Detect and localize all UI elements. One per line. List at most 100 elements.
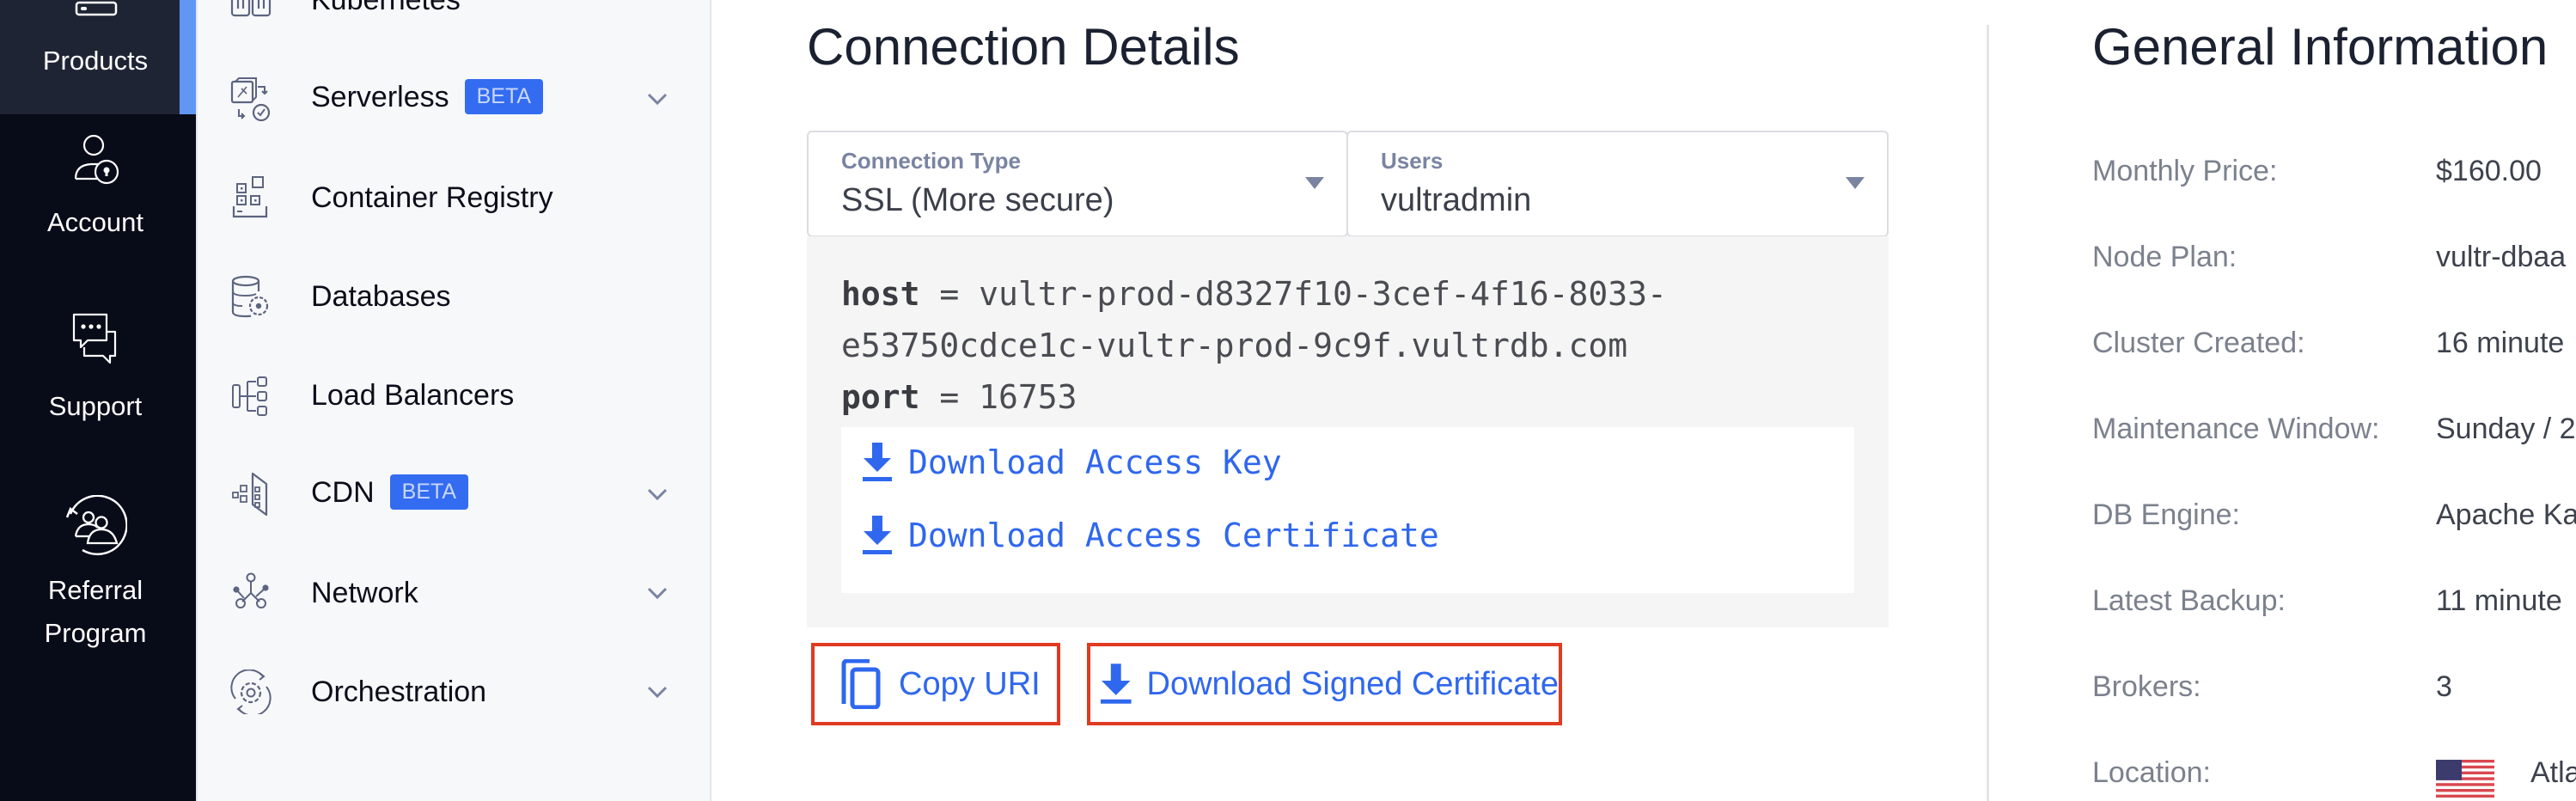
sidebar-item-network[interactable]: Network <box>198 546 710 640</box>
download-signed-certificate-label: Download Signed Certificate <box>1146 665 1560 702</box>
users-select[interactable]: Users vultradmin <box>1346 131 1889 237</box>
chevron-down-icon[interactable] <box>646 685 668 699</box>
sidebar-item-orchestration[interactable]: Orchestration <box>198 645 710 739</box>
connection-type-select[interactable]: Connection Type SSL (More secure) <box>807 131 1348 237</box>
info-value: 11 minute <box>2436 584 2562 617</box>
products-sidebar: Kubernetes Serverless BETA <box>196 0 711 801</box>
info-row-monthly-price: Monthly Price: $160.00 <box>2092 155 2576 206</box>
port-key: port <box>841 378 920 416</box>
rail-item-referral-program[interactable]: Referral Program <box>0 495 191 655</box>
download-access-certificate-link[interactable]: Download Access Certificate <box>860 516 1439 555</box>
info-label: DB Engine: <box>2092 498 2240 531</box>
info-row-latest-backup: Latest Backup: 11 minute <box>2092 584 2576 636</box>
sidebar-item-kubernetes[interactable]: Kubernetes <box>198 0 710 47</box>
sidebar-item-label: CDN BETA <box>311 474 469 512</box>
beta-badge: BETA <box>464 78 544 114</box>
info-label: Cluster Created: <box>2092 327 2305 359</box>
users-label: Users <box>1381 148 1444 174</box>
chevron-down-icon[interactable] <box>646 487 668 501</box>
sidebar-item-label: Container Registry <box>311 180 553 214</box>
rail-label: Support <box>48 391 143 421</box>
info-label: Maintenance Window: <box>2092 413 2380 445</box>
copy-icon <box>841 659 881 709</box>
info-row-location: Location: Atla <box>2092 756 2576 801</box>
info-label: Node Plan: <box>2092 241 2237 273</box>
download-access-key-label: Download Access Key <box>908 443 1282 481</box>
sidebar-item-label: Kubernetes <box>311 0 461 17</box>
host-value: = vultr-prod-d8327f10-3cef-4f16-8033- <box>919 275 1667 313</box>
rail-item-account[interactable]: Account <box>0 134 191 244</box>
info-label: Location: <box>2092 756 2211 789</box>
download-icon <box>863 516 892 554</box>
info-row-cluster-created: Cluster Created: 16 minute <box>2092 327 2576 378</box>
connection-type-value: SSL (More secure) <box>841 182 1114 218</box>
download-access-key-link[interactable]: Download Access Key <box>860 443 1282 482</box>
download-signed-certificate-button[interactable]: Download Signed Certificate <box>1087 643 1562 725</box>
sidebar-item-databases[interactable]: Databases <box>198 249 710 344</box>
rail-label: Referral <box>47 575 143 605</box>
connection-info-block: host = vultr-prod-d8327f10-3cef-4f16-803… <box>807 236 1889 627</box>
serverless-icon <box>230 77 271 121</box>
chevron-down-icon[interactable] <box>646 586 668 600</box>
rail-label: Program <box>44 618 147 648</box>
sidebar-item-label: Network <box>311 576 418 609</box>
sidebar-item-label: Serverless BETA <box>311 78 544 117</box>
sidebar-item-container-registry[interactable]: Container Registry <box>198 150 710 245</box>
info-label: Latest Backup: <box>2092 584 2286 617</box>
dropdown-arrow-icon <box>1846 177 1865 189</box>
rail-item-products[interactable]: Products <box>0 0 191 83</box>
info-value: vultr-dbaa <box>2436 241 2567 273</box>
info-row-db-engine: DB Engine: Apache Ka <box>2092 498 2576 550</box>
network-icon <box>233 572 269 608</box>
download-links-box: Download Access Key Download Access Cert… <box>841 427 1854 593</box>
container-registry-icon <box>232 176 268 218</box>
section-divider <box>1987 25 1989 801</box>
info-value: $160.00 <box>2436 155 2542 187</box>
load-balancer-icon <box>232 376 267 416</box>
copy-uri-button[interactable]: Copy URI <box>811 643 1060 725</box>
info-row-node-plan: Node Plan: vultr-dbaa <box>2092 241 2576 292</box>
user-lock-icon <box>74 134 119 185</box>
info-value: 16 minute <box>2436 327 2565 359</box>
rail-item-support[interactable]: Support <box>0 313 191 428</box>
cdn-icon <box>232 472 268 517</box>
download-access-certificate-label: Download Access Certificate <box>908 517 1439 554</box>
referral-icon <box>65 495 127 556</box>
us-flag-icon <box>2436 760 2494 798</box>
port-value: = 16753 <box>919 378 1077 416</box>
sidebar-item-label: Load Balancers <box>311 378 515 412</box>
host-key: host <box>841 275 920 313</box>
host-line: host = vultr-prod-d8327f10-3cef-4f16-803… <box>841 275 1667 313</box>
server-icon <box>75 1 118 16</box>
connection-details-title: Connection Details <box>807 18 1240 76</box>
sidebar-item-label: Databases <box>311 279 451 313</box>
app-root: Products Account Support Referral Progra… <box>0 0 2576 801</box>
sidebar-item-text: Serverless <box>311 81 449 114</box>
dropdown-arrow-icon <box>1305 177 1324 189</box>
info-label: Brokers: <box>2092 670 2201 703</box>
info-label: Monthly Price: <box>2092 155 2278 187</box>
orchestration-icon <box>230 670 272 714</box>
sidebar-item-serverless[interactable]: Serverless BETA <box>198 52 710 146</box>
info-row-brokers: Brokers: 3 <box>2092 670 2576 722</box>
port-line: port = 16753 <box>841 378 1077 416</box>
info-value: 3 <box>2436 670 2452 703</box>
rail-label: Products <box>42 46 149 76</box>
kubernetes-icon <box>230 0 272 17</box>
left-rail: Products Account Support Referral Progra… <box>0 0 196 801</box>
beta-badge: BETA <box>389 474 469 510</box>
download-icon <box>863 443 892 481</box>
host-line-continued: e53750cdce1c-vultr-prod-9c9f.vultrdb.com <box>841 327 1628 364</box>
info-value: Apache Ka <box>2436 498 2576 531</box>
sidebar-item-label: Orchestration <box>311 675 487 708</box>
download-icon <box>1100 663 1132 704</box>
info-value: Sunday / 2 <box>2436 413 2576 445</box>
chevron-down-icon[interactable] <box>646 92 668 106</box>
sidebar-item-cdn[interactable]: CDN BETA <box>198 447 710 541</box>
info-value: Atla <box>2530 756 2576 789</box>
database-icon <box>231 275 269 318</box>
chat-bubbles-icon <box>72 313 117 364</box>
sidebar-item-text: CDN <box>311 476 375 510</box>
rail-label: Account <box>46 207 143 237</box>
sidebar-item-load-balancers[interactable]: Load Balancers <box>198 348 710 443</box>
